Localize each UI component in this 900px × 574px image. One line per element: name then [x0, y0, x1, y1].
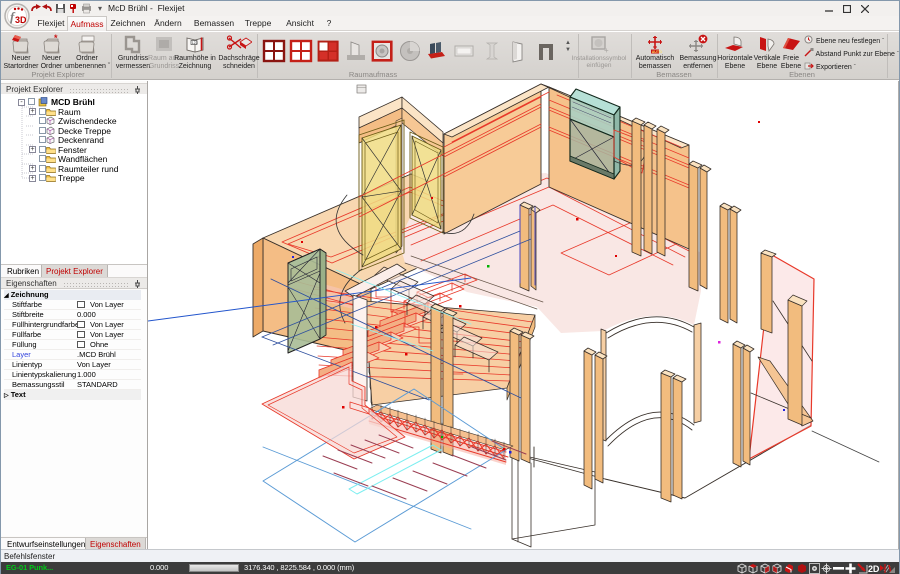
svg-text:+: + — [604, 46, 609, 55]
svg-text:AUTO: AUTO — [652, 50, 662, 54]
svg-text:3D: 3D — [15, 15, 27, 25]
svg-text:123: 123 — [192, 41, 198, 45]
svg-text:*: * — [54, 34, 58, 43]
